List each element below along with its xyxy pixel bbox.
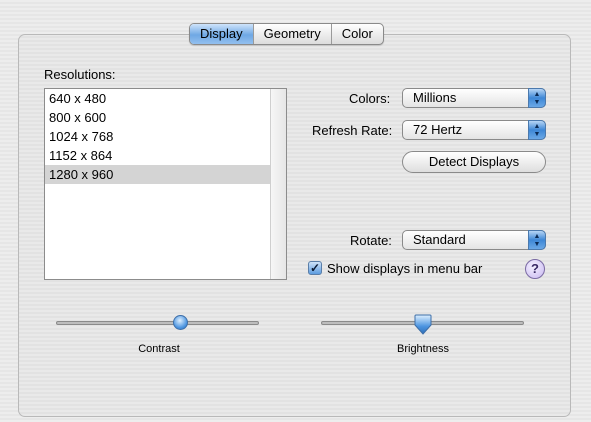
resolutions-label: Resolutions: xyxy=(44,67,116,82)
list-item[interactable]: 1152 x 864 xyxy=(45,146,271,165)
rotate-value: Standard xyxy=(413,232,466,247)
colors-popup[interactable]: Millions ▲ ▼ xyxy=(402,88,546,108)
tab-color[interactable]: Color xyxy=(332,24,383,44)
list-item[interactable]: 1024 x 768 xyxy=(45,127,271,146)
popup-arrows-icon: ▲ ▼ xyxy=(528,88,546,108)
contrast-slider-knob[interactable] xyxy=(172,315,188,330)
popup-arrows-icon: ▲ ▼ xyxy=(528,120,546,140)
refresh-rate-label: Refresh Rate: xyxy=(312,123,393,138)
help-button[interactable]: ? xyxy=(525,259,545,279)
tab-display[interactable]: Display xyxy=(190,24,254,44)
resolutions-list[interactable]: 640 x 480 800 x 600 1024 x 768 1152 x 86… xyxy=(44,88,287,280)
refresh-rate-value: 72 Hertz xyxy=(413,122,463,137)
contrast-label: Contrast xyxy=(138,343,180,355)
rotate-popup[interactable]: Standard ▲ ▼ xyxy=(402,230,546,250)
brightness-label: Brightness xyxy=(397,343,449,355)
brightness-slider-knob[interactable] xyxy=(414,314,432,336)
colors-value: Millions xyxy=(413,90,457,105)
rotate-label: Rotate: xyxy=(350,233,392,248)
list-scrollbar[interactable] xyxy=(270,89,286,279)
popup-arrows-icon: ▲ ▼ xyxy=(528,230,546,250)
detect-displays-button[interactable]: Detect Displays xyxy=(402,151,546,173)
list-item[interactable]: 800 x 600 xyxy=(45,108,271,127)
contrast-slider-track[interactable] xyxy=(56,321,259,325)
list-item-selected[interactable]: 1280 x 960 xyxy=(45,165,271,184)
refresh-rate-popup[interactable]: 72 Hertz ▲ ▼ xyxy=(402,120,546,140)
show-in-menu-bar-checkbox[interactable]: ✓ xyxy=(308,261,322,275)
colors-label: Colors: xyxy=(349,91,391,106)
tab-geometry[interactable]: Geometry xyxy=(254,24,332,44)
show-in-menu-bar-label[interactable]: Show displays in menu bar xyxy=(327,261,482,276)
tab-bar: Display Geometry Color xyxy=(189,23,384,45)
list-item[interactable]: 640 x 480 xyxy=(45,89,271,108)
